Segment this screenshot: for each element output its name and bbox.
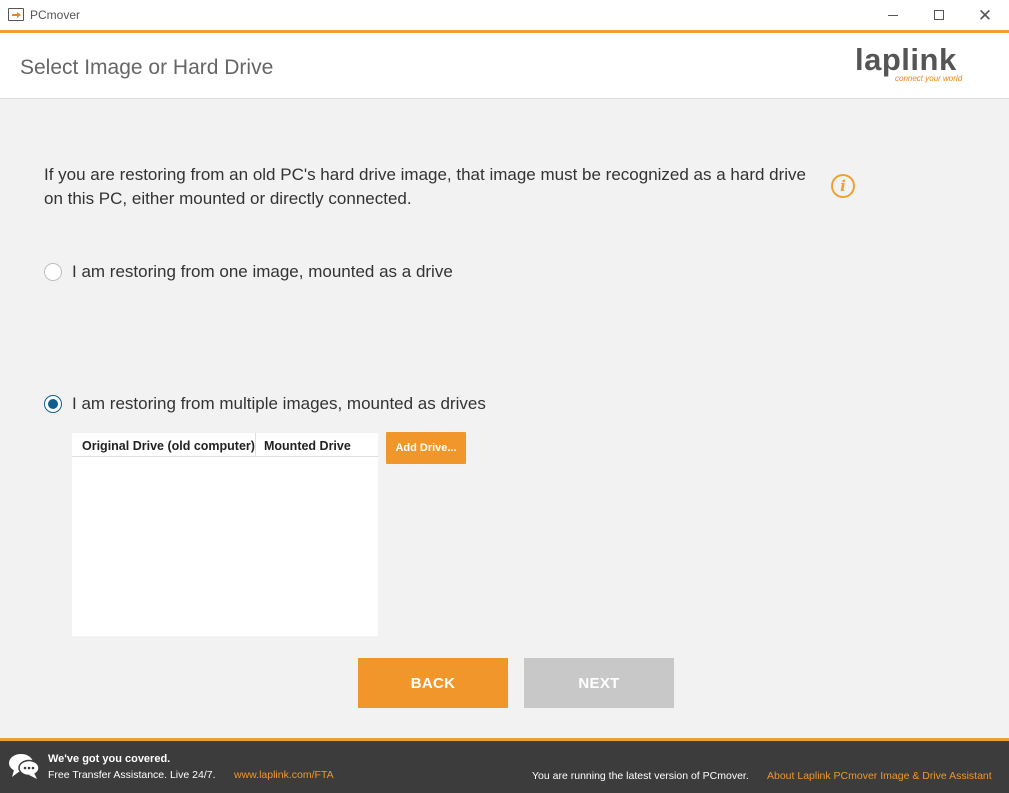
title-bar: PCmover ✕: [0, 0, 1009, 30]
close-button[interactable]: ✕: [962, 0, 1008, 30]
fta-link[interactable]: www.laplink.com/FTA: [234, 769, 334, 781]
footer-subline: Free Transfer Assistance. Live 24/7.: [48, 769, 216, 781]
drive-list[interactable]: Original Drive (old computer) Mounted Dr…: [72, 433, 378, 636]
footer-headline: We've got you covered.: [48, 753, 171, 765]
page-title: Select Image or Hard Drive: [20, 56, 274, 79]
drive-list-header: Original Drive (old computer) Mounted Dr…: [72, 433, 378, 457]
logo-text: laplink: [855, 42, 957, 77]
next-button[interactable]: NEXT: [524, 658, 674, 708]
laplink-logo: laplink connect your world: [855, 43, 965, 91]
back-button[interactable]: BACK: [358, 658, 508, 708]
option-label: I am restoring from multiple images, mou…: [72, 394, 486, 413]
footer: We've got you covered. Free Transfer Ass…: [0, 741, 1009, 793]
info-icon[interactable]: i: [831, 174, 855, 198]
radio-multiple-images[interactable]: [44, 395, 62, 413]
option-multiple-images[interactable]: I am restoring from multiple images, mou…: [44, 394, 486, 414]
app-icon: [8, 8, 24, 21]
close-icon: ✕: [977, 5, 993, 25]
radio-single-image[interactable]: [44, 263, 62, 281]
logo-tagline: connect your world: [895, 74, 963, 83]
version-status: You are running the latest version of PC…: [532, 770, 749, 782]
add-drive-button[interactable]: Add Drive...: [386, 432, 466, 464]
maximize-button[interactable]: [916, 0, 962, 30]
minimize-button[interactable]: [870, 0, 916, 30]
page-header: Select Image or Hard Drive laplink conne…: [0, 33, 1009, 99]
chat-icon: [9, 754, 40, 779]
minimize-icon: [888, 14, 898, 16]
intro-text: If you are restoring from an old PC's ha…: [44, 165, 807, 208]
maximize-icon: [934, 10, 944, 20]
window-title: PCmover: [30, 8, 81, 22]
about-link[interactable]: About Laplink PCmover Image & Drive Assi…: [767, 770, 992, 782]
column-original-drive[interactable]: Original Drive (old computer): [72, 433, 256, 457]
option-label: I am restoring from one image, mounted a…: [72, 262, 453, 281]
column-mounted-drive[interactable]: Mounted Drive: [256, 433, 378, 457]
option-single-image[interactable]: I am restoring from one image, mounted a…: [44, 262, 453, 282]
